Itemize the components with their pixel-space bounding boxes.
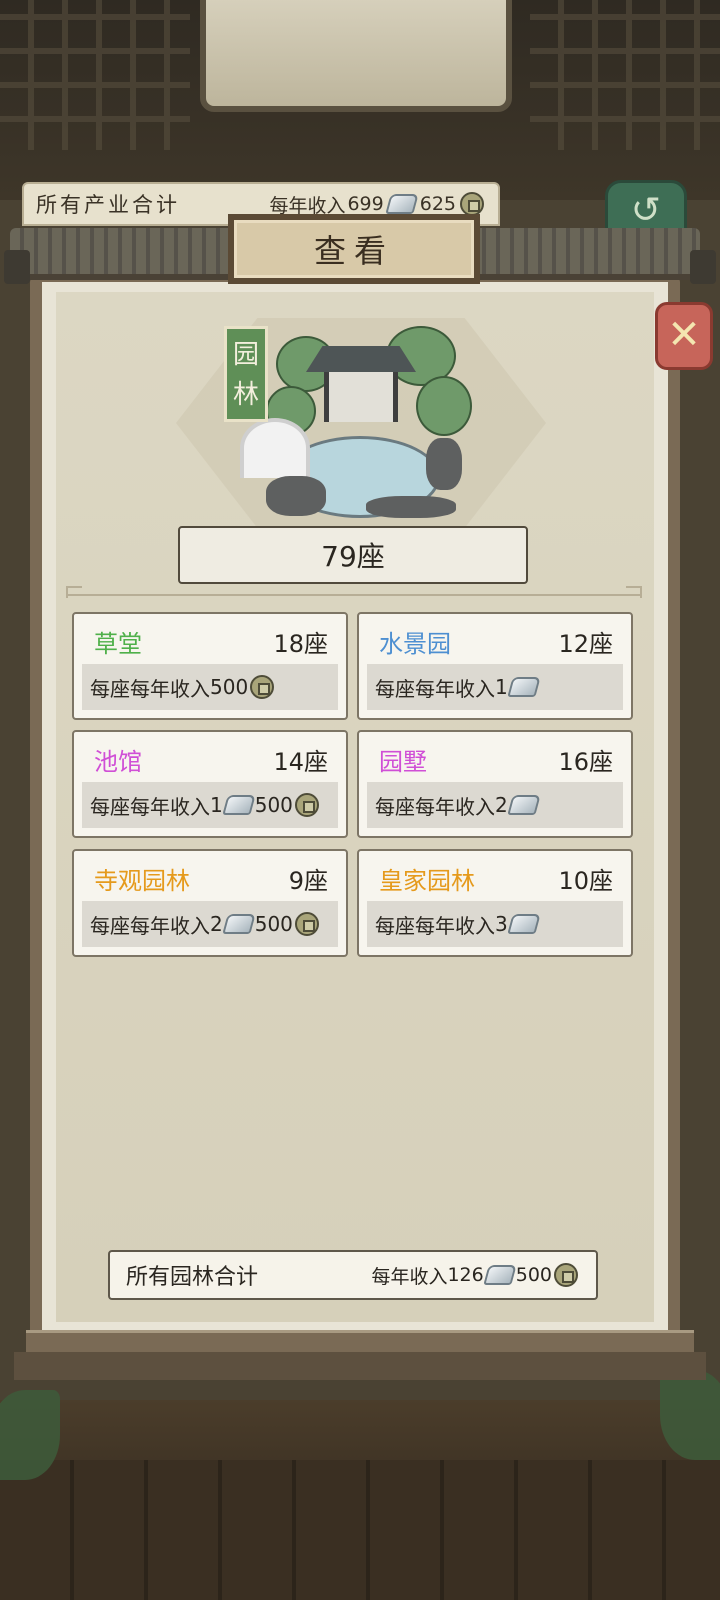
close-button[interactable]: ✕ (655, 302, 713, 370)
card-name: 园墅 (379, 748, 427, 776)
card-income: 每座每年收入 1 (367, 664, 623, 710)
panel-base-rail (26, 1330, 694, 1352)
copper-coin-icon (250, 675, 275, 699)
income-label: 每座每年收入 (375, 676, 495, 701)
income-label: 每座每年收入 (90, 794, 210, 819)
rock-shape (266, 476, 326, 516)
copper-coin-icon (294, 793, 319, 817)
card-count: 9座 (288, 867, 328, 895)
silver-ingot-icon (507, 677, 541, 697)
income-label: 每座每年收入 (90, 913, 210, 938)
bridge (240, 418, 310, 478)
rock-shape (426, 438, 462, 490)
summary-silver-value: 699 (347, 193, 384, 215)
card-count: 10座 (558, 867, 613, 895)
window-lattice-left (0, 0, 190, 150)
silver-value: 3 (495, 912, 508, 936)
card-huangjia-yuanlin[interactable]: 皇家园林 10座 每座每年收入 3 (357, 849, 633, 957)
section-divider (66, 586, 642, 598)
silver-value: 2 (495, 793, 508, 817)
copper-coin-icon (460, 192, 484, 216)
card-count: 18座 (273, 630, 328, 658)
income-label: 每座每年收入 (90, 676, 210, 701)
back-arrow-icon: ↺ (630, 190, 662, 231)
tree-shape (416, 376, 472, 436)
pavilion-roof (306, 346, 416, 372)
card-yuanshu[interactable]: 园墅 16座 每座每年收入 2 (357, 730, 633, 838)
coin-value: 500 (254, 912, 293, 936)
card-shuijingyuan[interactable]: 水景园 12座 每座每年收入 1 (357, 612, 633, 720)
income-label: 每座每年收入 (375, 794, 495, 819)
copper-coin-icon (294, 912, 319, 936)
silver-value: 1 (210, 793, 223, 817)
total-coin-value: 500 (515, 1264, 552, 1286)
background-painting (200, 0, 512, 112)
pavilion (324, 372, 398, 422)
card-income: 每座每年收入 2 500 (82, 901, 338, 947)
card-count: 14座 (273, 748, 328, 776)
panel-base (14, 1352, 706, 1380)
silver-ingot-icon (483, 1265, 517, 1285)
silver-value: 2 (210, 912, 223, 936)
coin-value: 500 (254, 793, 293, 817)
floor-planks (0, 1460, 720, 1600)
silver-value: 1 (495, 675, 508, 699)
total-label: 所有园林合计 (126, 1265, 259, 1290)
panel-title: 查看 (228, 214, 480, 284)
window-lattice-right (530, 0, 720, 150)
card-name: 皇家园林 (379, 867, 475, 895)
close-icon: ✕ (667, 312, 701, 358)
roof-end-right (690, 250, 716, 284)
category-tag: 园林 (224, 326, 268, 422)
silver-ingot-icon (507, 914, 541, 934)
card-chiguan[interactable]: 池馆 14座 每座每年收入 1 500 (72, 730, 348, 838)
card-name: 池馆 (94, 748, 142, 776)
summary-coin-value: 625 (419, 193, 456, 215)
silver-ingot-icon (222, 795, 256, 815)
card-count: 16座 (558, 748, 613, 776)
gardens-total: 所有园林合计 每年收入 126 500 (108, 1250, 598, 1300)
silver-ingot-icon (385, 194, 419, 214)
card-name: 草堂 (94, 630, 142, 658)
card-name: 寺观园林 (94, 867, 190, 895)
silver-ingot-icon (222, 914, 256, 934)
silver-ingot-icon (507, 795, 541, 815)
total-silver-value: 126 (447, 1264, 484, 1286)
card-income: 每座每年收入 2 (367, 782, 623, 828)
income-label: 每座每年收入 (375, 913, 495, 938)
garden-illustration (236, 326, 476, 526)
total-income: 每年收入 126 500 (371, 1262, 580, 1289)
rock-shape (366, 496, 456, 518)
card-income: 每座每年收入 1 500 (82, 782, 338, 828)
copper-coin-icon (554, 1263, 578, 1287)
card-count: 12座 (558, 630, 613, 658)
card-siguan-yuanlin[interactable]: 寺观园林 9座 每座每年收入 2 500 (72, 849, 348, 957)
card-caotang[interactable]: 草堂 18座 每座每年收入 500 (72, 612, 348, 720)
card-name: 水景园 (379, 630, 451, 658)
card-income: 每座每年收入 3 (367, 901, 623, 947)
summary-label: 所有产业合计 (36, 193, 180, 217)
roof-end-left (4, 250, 30, 284)
coin-value: 500 (210, 675, 249, 699)
card-income: 每座每年收入 500 (82, 664, 338, 710)
total-count: 79座 (178, 526, 528, 584)
total-income-prefix: 每年收入 (371, 1265, 448, 1288)
